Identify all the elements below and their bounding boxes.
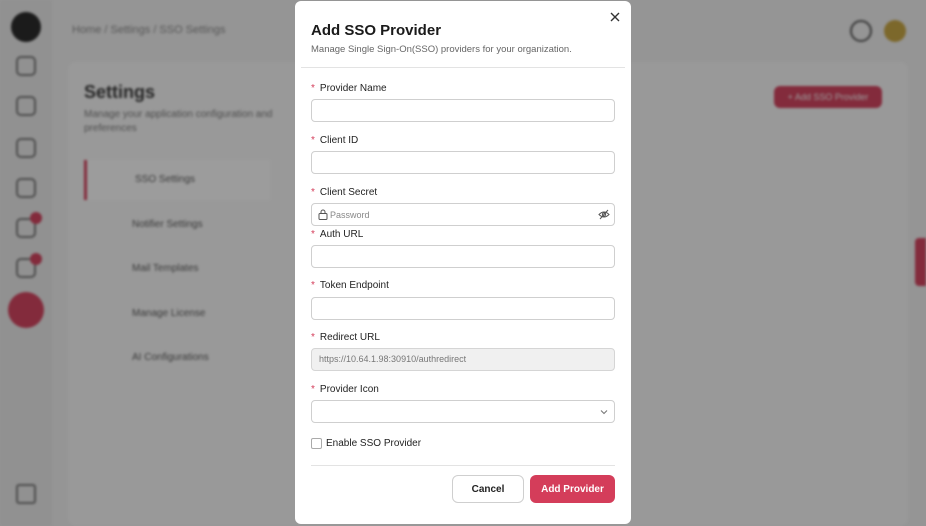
- token-endpoint-input[interactable]: [311, 297, 615, 320]
- close-button[interactable]: [607, 9, 623, 25]
- add-provider-button[interactable]: Add Provider: [530, 475, 615, 503]
- client-id-input[interactable]: [311, 151, 615, 174]
- required-mark: *: [311, 332, 315, 343]
- provider-name-input[interactable]: [311, 99, 615, 122]
- required-mark: *: [311, 135, 315, 146]
- required-mark: *: [311, 187, 315, 198]
- required-mark: *: [311, 384, 315, 395]
- provider-icon-select[interactable]: [311, 400, 615, 423]
- required-mark: *: [311, 83, 315, 94]
- enable-sso-label[interactable]: Enable SSO Provider: [326, 438, 421, 449]
- add-sso-provider-dialog: Add SSO Provider Manage Single Sign-On(S…: [295, 1, 631, 524]
- eye-off-icon[interactable]: [598, 209, 610, 220]
- header-divider: [301, 67, 625, 68]
- dialog-title: Add SSO Provider: [311, 22, 442, 39]
- provider-icon-label: * Provider Icon: [311, 384, 379, 395]
- required-mark: *: [311, 280, 315, 291]
- footer-divider: [311, 465, 615, 466]
- lock-icon: [318, 209, 328, 220]
- redirect-url-input: https://10.64.1.98:30910/authredirect: [311, 348, 615, 371]
- dialog-subtitle: Manage Single Sign-On(SSO) providers for…: [311, 44, 572, 55]
- redirect-url-label: * Redirect URL: [311, 332, 380, 343]
- client-id-label: * Client ID: [311, 135, 359, 146]
- client-secret-label: * Client Secret: [311, 187, 378, 198]
- enable-sso-checkbox[interactable]: [311, 438, 322, 449]
- chevron-down-icon: [600, 410, 608, 415]
- client-secret-field[interactable]: [311, 203, 615, 226]
- close-icon: [610, 12, 620, 22]
- auth-url-label: * Auth URL: [311, 229, 364, 240]
- token-endpoint-label: * Token Endpoint: [311, 280, 389, 291]
- provider-name-label: * Provider Name: [311, 83, 387, 94]
- required-mark: *: [311, 229, 315, 240]
- auth-url-input[interactable]: [311, 245, 615, 268]
- cancel-button[interactable]: Cancel: [452, 475, 524, 503]
- client-secret-input[interactable]: [330, 204, 590, 225]
